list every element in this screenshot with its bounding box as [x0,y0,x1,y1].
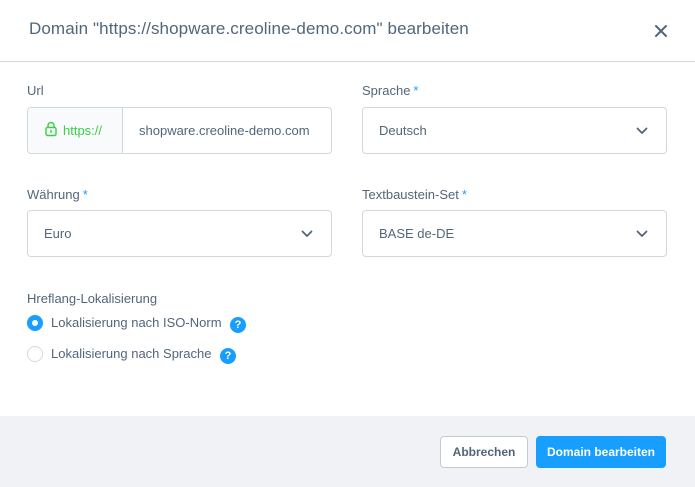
url-input[interactable] [124,108,331,153]
radio-iso[interactable] [27,315,43,331]
modal-title: Domain "https://shopware.creoline-demo.c… [29,19,469,38]
snippet-set-select-value: BASE de-DE [379,226,455,241]
radio-language-label: Lokalisierung nach Sprache [51,346,212,361]
url-prefix-text: https:// [63,123,103,138]
edit-domain-button[interactable]: Domain bearbeiten [536,436,666,468]
close-icon [655,25,667,37]
required-mark: * [461,187,467,202]
url-label: Url [27,83,44,98]
url-prefix: https:// [28,108,123,153]
help-icon[interactable]: ? [230,317,246,333]
language-select[interactable]: Deutsch [362,107,667,154]
currency-label-text: Währung [27,187,80,202]
snippet-set-label-text: Textbaustein-Set [362,187,459,202]
cancel-button[interactable]: Abbrechen [440,436,528,468]
radio-option-iso[interactable]: Lokalisierung nach ISO-Norm ? [27,314,257,334]
help-icon[interactable]: ? [220,348,236,364]
radio-iso-label: Lokalisierung nach ISO-Norm [51,315,222,330]
radio-language[interactable] [27,346,43,362]
url-field: https:// [27,107,332,154]
lock-icon [45,121,57,137]
required-mark: * [413,83,419,98]
currency-select-value: Euro [44,226,72,241]
chevron-down-icon [636,127,648,134]
url-label-text: Url [27,83,44,98]
language-label: Sprache * [362,83,418,98]
modal-footer: Abbrechen Domain bearbeiten [0,416,695,487]
language-select-value: Deutsch [379,123,427,138]
required-mark: * [82,187,88,202]
snippet-set-label: Textbaustein-Set * [362,187,467,202]
language-label-text: Sprache [362,83,411,98]
hreflang-label: Hreflang-Lokalisierung [27,291,158,306]
snippet-set-select[interactable]: BASE de-DE [362,210,667,257]
edit-domain-modal: Domain "https://shopware.creoline-demo.c… [0,0,695,487]
radio-option-language[interactable]: Lokalisierung nach Sprache ? [27,345,257,365]
modal-header: Domain "https://shopware.creoline-demo.c… [0,0,695,62]
currency-select[interactable]: Euro [27,210,332,257]
currency-label: Währung * [27,187,88,202]
chevron-down-icon [636,230,648,237]
close-button[interactable] [651,21,671,41]
chevron-down-icon [301,230,313,237]
